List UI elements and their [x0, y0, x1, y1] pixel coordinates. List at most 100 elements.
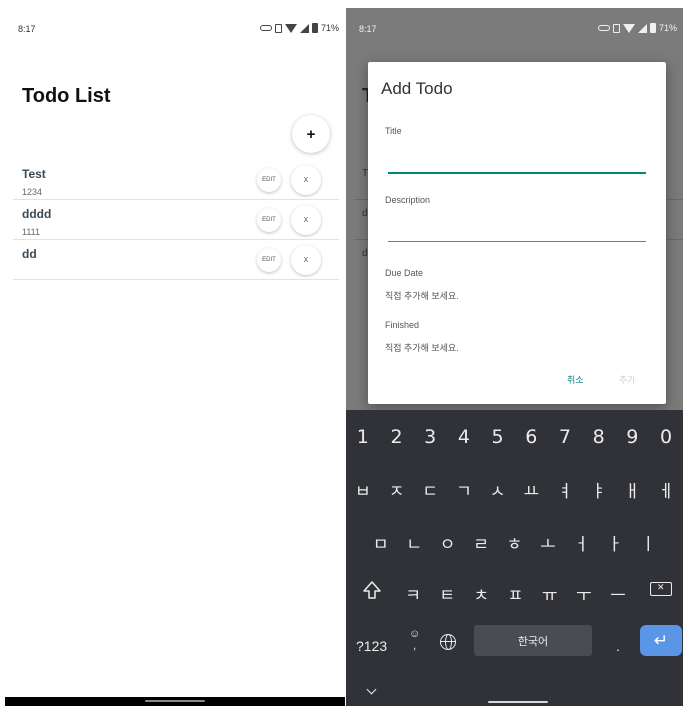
- status-time: 8:17: [359, 24, 377, 34]
- key-hangul[interactable]: ㅈ: [389, 477, 405, 502]
- home-handle[interactable]: [145, 700, 205, 702]
- description-label: Description: [385, 195, 431, 205]
- key-2[interactable]: 2: [390, 426, 402, 448]
- todo-row: Test 1234 EDIT X: [13, 160, 339, 200]
- consonant-key-row-1: ㅂ ㅈ ㄷ ㄱ ㅅ ㅛ ㅕ ㅑ ㅐ ㅔ: [346, 477, 683, 502]
- backspace-icon[interactable]: [650, 582, 672, 596]
- wifi-icon: [622, 23, 635, 33]
- key-hangul[interactable]: ㄹ: [473, 530, 489, 555]
- enter-key[interactable]: ↵: [640, 625, 682, 656]
- key-5[interactable]: 5: [492, 426, 504, 448]
- emoji-icon: ☺: [409, 628, 421, 640]
- key-hangul[interactable]: ㅜ: [576, 581, 592, 606]
- delete-button[interactable]: X: [291, 205, 321, 235]
- navigation-bar: [5, 697, 345, 706]
- key-hangul[interactable]: ㅐ: [625, 477, 641, 502]
- key-hangul[interactable]: ㅡ: [610, 581, 626, 606]
- comma-key[interactable]: ☺ ,: [409, 628, 420, 652]
- key-hangul[interactable]: ㅋ: [405, 581, 421, 606]
- wifi-icon: [284, 23, 297, 33]
- chevron-down-icon[interactable]: [366, 684, 377, 695]
- confirm-add-button[interactable]: 추가: [619, 373, 636, 386]
- consonant-key-row-2: ㅁ ㄴ ㅇ ㄹ ㅎ ㅗ ㅓ ㅏ ㅣ: [346, 530, 683, 555]
- todo-list-screen: 8:17 71% Todo List + Test 1234 EDIT X dd…: [5, 8, 345, 706]
- key-hangul[interactable]: ㄷ: [422, 477, 438, 502]
- todo-title: dddd: [22, 207, 52, 221]
- key-hangul[interactable]: ㅅ: [490, 477, 506, 502]
- key-hangul[interactable]: ㅂ: [355, 477, 371, 502]
- key-hangul[interactable]: ㄴ: [406, 530, 422, 555]
- key-3[interactable]: 3: [424, 426, 436, 448]
- key-hangul[interactable]: ㄱ: [456, 477, 472, 502]
- battery-percent: 71%: [658, 23, 677, 33]
- status-bar: 8:17 71%: [5, 8, 345, 48]
- todo-description: 1234: [22, 187, 43, 197]
- key-8[interactable]: 8: [593, 426, 605, 448]
- dialog-title: Add Todo: [381, 79, 453, 98]
- key-6[interactable]: 6: [525, 426, 537, 448]
- cellular-signal-icon: [299, 23, 309, 33]
- finished-label: Finished: [385, 320, 420, 330]
- due-date-hint: 직접 추가해 보세요.: [385, 291, 459, 301]
- key-hangul[interactable]: ㅎ: [507, 530, 523, 555]
- todo-description: 1111: [22, 227, 41, 237]
- description-underline: [388, 241, 646, 242]
- cancel-button[interactable]: 취소: [567, 373, 584, 386]
- key-hangul[interactable]: ㅍ: [508, 581, 524, 606]
- vibrate-icon: [274, 23, 282, 33]
- todo-row: dd EDIT X: [13, 240, 339, 280]
- delete-button[interactable]: X: [291, 165, 321, 195]
- edit-button[interactable]: EDIT: [257, 248, 281, 272]
- key-0[interactable]: 0: [660, 426, 672, 448]
- finished-hint: 직접 추가해 보세요.: [385, 343, 459, 353]
- period-key[interactable]: .: [616, 638, 620, 654]
- key-hangul[interactable]: ㅓ: [574, 530, 590, 555]
- title-underline: [388, 172, 646, 174]
- key-hangul[interactable]: ㅏ: [607, 530, 623, 555]
- add-todo-screen: 8:17 71% T T d d Add Todo Title Descript…: [346, 8, 683, 706]
- symbols-key[interactable]: ?123: [356, 638, 387, 654]
- key-4[interactable]: 4: [458, 426, 470, 448]
- number-key-row: 1 2 3 4 5 6 7 8 9 0: [346, 426, 683, 448]
- key-hangul[interactable]: ㅔ: [658, 477, 674, 502]
- add-todo-button[interactable]: +: [292, 115, 330, 153]
- key-hangul[interactable]: ㅕ: [557, 477, 573, 502]
- screenshot-frame: 8:17 71% Todo List + Test 1234 EDIT X dd…: [0, 0, 683, 706]
- delete-button[interactable]: X: [291, 245, 321, 275]
- due-date-label: Due Date: [385, 268, 424, 278]
- comma-label: ,: [413, 640, 417, 652]
- status-icons: 71%: [597, 23, 677, 33]
- status-icons: 71%: [259, 23, 339, 33]
- vpn-key-icon: [259, 25, 272, 31]
- globe-icon[interactable]: [440, 634, 456, 650]
- battery-percent: 71%: [320, 23, 339, 33]
- key-hangul[interactable]: ㅠ: [542, 581, 558, 606]
- vibrate-icon: [612, 23, 620, 33]
- key-hangul[interactable]: ㅌ: [439, 581, 455, 606]
- description-input[interactable]: [388, 219, 646, 239]
- vpn-key-icon: [597, 25, 610, 31]
- key-hangul[interactable]: ㅁ: [373, 530, 389, 555]
- key-hangul[interactable]: ㅑ: [591, 477, 607, 502]
- todo-title: dd: [22, 247, 37, 261]
- key-7[interactable]: 7: [559, 426, 571, 448]
- edit-button[interactable]: EDIT: [257, 208, 281, 232]
- status-bar: 8:17 71%: [346, 8, 683, 48]
- title-label: Title: [385, 126, 402, 136]
- key-hangul[interactable]: ㅣ: [640, 530, 656, 555]
- home-handle[interactable]: [488, 701, 548, 703]
- key-hangul[interactable]: ㅛ: [523, 477, 539, 502]
- key-1[interactable]: 1: [357, 426, 369, 448]
- battery-icon: [649, 23, 656, 33]
- title-input[interactable]: [388, 151, 646, 171]
- edit-button[interactable]: EDIT: [257, 168, 281, 192]
- background-row-fragment: d: [362, 248, 368, 259]
- key-hangul[interactable]: ㅇ: [440, 530, 456, 555]
- key-9[interactable]: 9: [626, 426, 638, 448]
- todo-row: dddd 1111 EDIT X: [13, 200, 339, 240]
- space-key[interactable]: 한국어: [474, 625, 592, 656]
- key-hangul[interactable]: ㅗ: [540, 530, 556, 555]
- background-row-fragment: d: [362, 208, 368, 219]
- page-title: Todo List: [22, 85, 111, 107]
- key-hangul[interactable]: ㅊ: [474, 581, 490, 606]
